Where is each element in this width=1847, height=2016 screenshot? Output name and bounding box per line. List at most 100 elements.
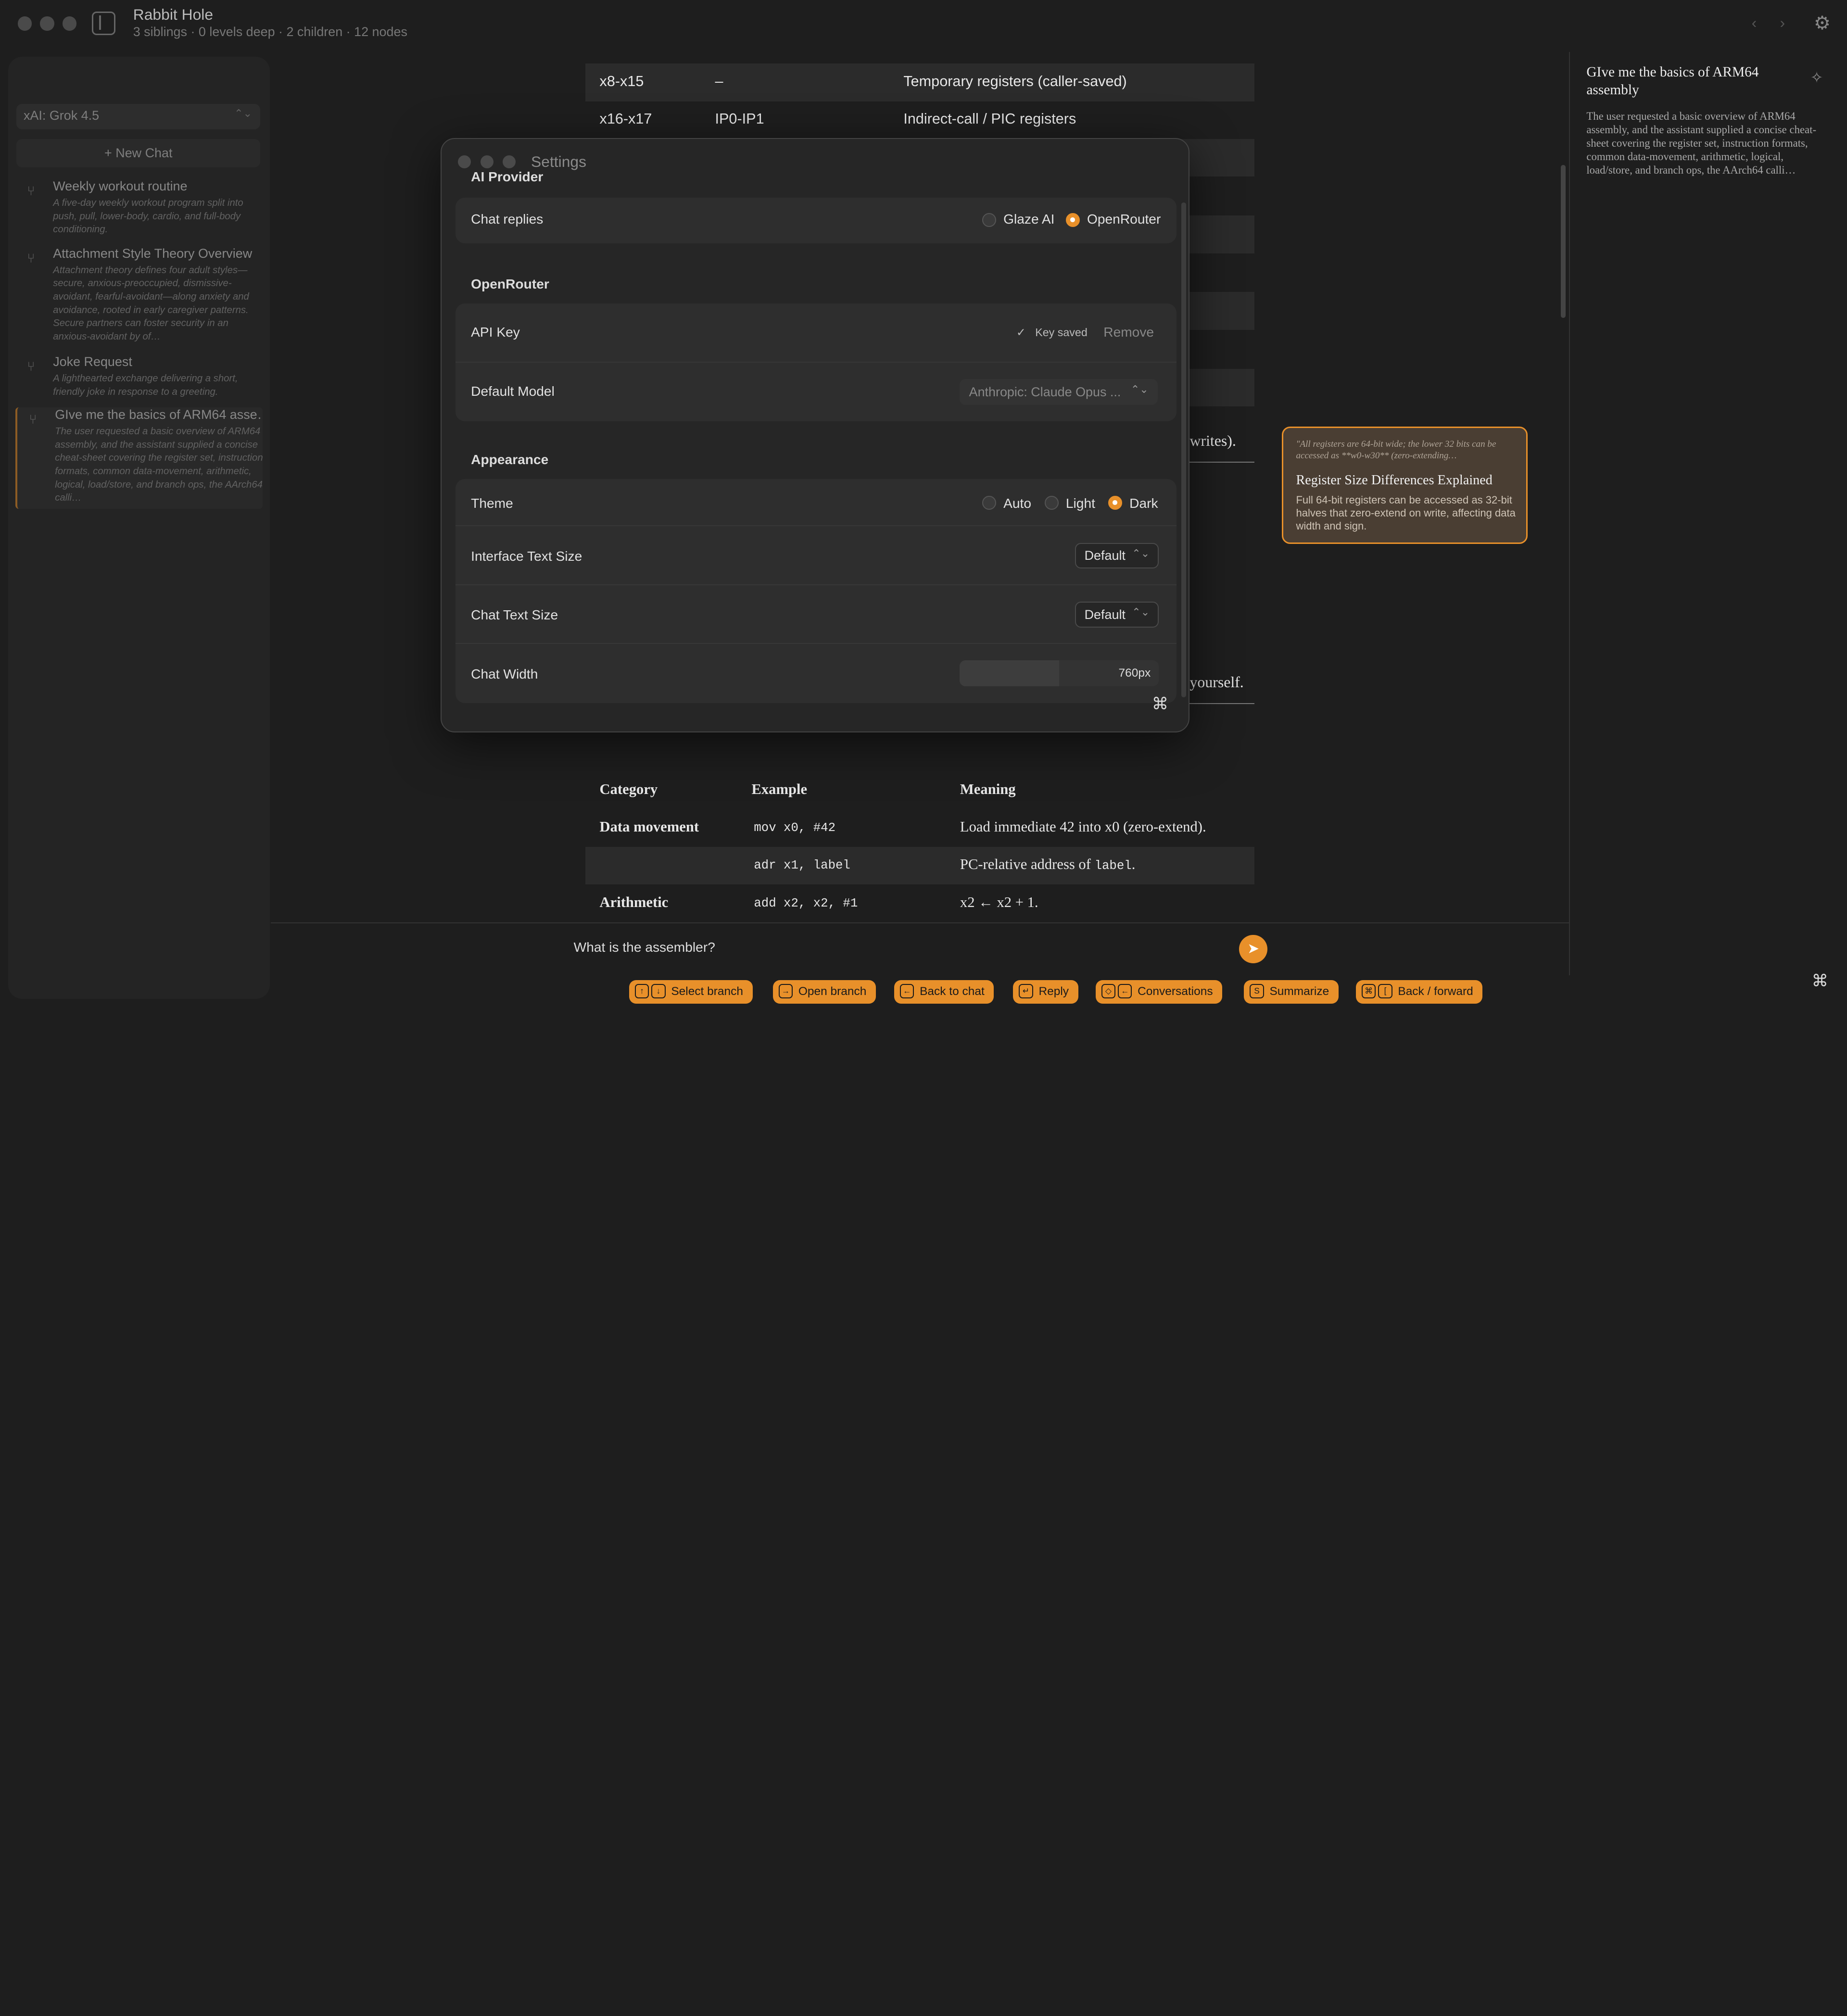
chat-input[interactable]: What is the assembler? (574, 940, 715, 955)
table-row: x8-x15 – Temporary registers (caller-sav… (585, 63, 1255, 101)
remove-key-button[interactable]: Remove (1103, 325, 1154, 340)
register-name: x8-x15 (599, 73, 644, 89)
sparkle-icon[interactable]: ✧ (1810, 68, 1823, 87)
setting-label: Chat Width (471, 666, 538, 681)
key-left-icon: ← (900, 984, 914, 998)
register-desc: Indirect-call / PIC registers (903, 111, 1076, 127)
dialog-scrollbar[interactable] (1181, 202, 1187, 697)
list-item[interactable]: ⑂ Joke Request A lighthearted exchange d… (15, 354, 263, 399)
conversation-title: Attachment Style Theory Overview (53, 246, 253, 261)
radio-glaze-ai[interactable] (982, 213, 997, 227)
shortcut-label: Back / forward (1398, 984, 1473, 998)
shortcut-back-to-chat[interactable]: ← Back to chat (894, 980, 994, 1004)
conversation-description: A five-day weekly workout program split … (53, 197, 243, 235)
register-alias: – (715, 73, 723, 89)
title-bar: Rabbit Hole 3 siblings · 0 levels deep ·… (0, 0, 1847, 52)
radio-label: Dark (1129, 495, 1158, 511)
radio-auto[interactable] (982, 495, 997, 510)
table-row: Data movement mov x0, #42 Load immediate… (585, 809, 1254, 846)
radio-light[interactable] (1044, 495, 1059, 510)
gear-icon[interactable]: ⚙ (1812, 13, 1833, 34)
theme-row: Theme Auto Light Dark (455, 479, 1177, 527)
command-icon[interactable]: ⌘ (1812, 971, 1828, 991)
chat-width-slider[interactable]: 760px (960, 660, 1159, 687)
column-header: Category (599, 781, 658, 797)
list-item[interactable]: ⑂ Weekly workout routine A five-day week… (15, 179, 263, 236)
branch-icon: ⑂ (27, 251, 35, 265)
interface-text-size-select[interactable]: Default ⌃⌄ (1075, 542, 1159, 569)
shortcut-label: Open branch (798, 984, 867, 998)
setting-label: Interface Text Size (471, 548, 582, 564)
list-item-active[interactable]: ⑂ GIve me the basics of ARM64 asse… The … (15, 407, 263, 509)
setting-label: Chat Text Size (471, 607, 558, 623)
key-enter-icon: ↵ (1019, 984, 1033, 998)
radio-dark[interactable] (1108, 495, 1123, 510)
zoom-window-button[interactable] (62, 16, 77, 31)
sidebar-toggle-icon[interactable] (92, 12, 115, 36)
select-value: Default (1084, 548, 1126, 563)
shortcut-label: Back to chat (920, 984, 985, 998)
select-value: Default (1084, 607, 1126, 622)
shortcut-reply[interactable]: ↵ Reply (1013, 980, 1078, 1004)
back-arrow-icon[interactable]: ‹ (1752, 14, 1757, 32)
column-header: Example (751, 781, 808, 797)
shortcut-back-forward[interactable]: ⌘[ Back / forward (1355, 980, 1483, 1004)
chat-input-bar: What is the assembler? ➤ (271, 922, 1569, 974)
chat-text-size-select[interactable]: Default ⌃⌄ (1075, 601, 1159, 628)
content-scrollbar[interactable] (1560, 164, 1566, 318)
radio-openrouter[interactable] (1065, 213, 1080, 227)
meaning-cell: PC-relative address of label. (960, 856, 1135, 873)
shortcut-select-branch[interactable]: ↑ ↓ Select branch (629, 980, 753, 1004)
table-row: x16-x17 IP0-IP1 Indirect-call / PIC regi… (585, 101, 1254, 139)
conversation-title: Weekly workout routine (53, 179, 188, 194)
app-window: Rabbit Hole 3 siblings · 0 levels deep ·… (0, 0, 1847, 1008)
example-cell: add x2, x2, #1 (754, 896, 858, 910)
list-item[interactable]: ⑂ Attachment Style Theory Overview Attac… (15, 246, 263, 348)
conversation-description: The user requested a basic overview of A… (55, 426, 263, 504)
default-model-row: Default Model Anthropic: Claude Opus ...… (455, 363, 1177, 421)
send-button[interactable]: ➤ (1239, 935, 1268, 963)
text-fragment: writes). (1189, 432, 1236, 449)
settings-dialog: Settings AI Provider Chat replies Glaze … (440, 138, 1190, 733)
section-heading: OpenRouter (471, 277, 549, 292)
new-chat-button[interactable]: + New Chat (16, 139, 261, 167)
card-body: Full 64-bit registers can be accessed as… (1296, 493, 1516, 532)
zoom-dialog-button[interactable] (503, 155, 516, 168)
table-row: adr x1, label PC-relative address of lab… (585, 846, 1255, 885)
window-subtitle: 3 siblings · 0 levels deep · 2 children … (133, 25, 407, 39)
shortcut-open-branch[interactable]: → Open branch (772, 980, 876, 1004)
appearance-group: Theme Auto Light Dark Interface Text Siz… (455, 479, 1177, 703)
shortcut-summarize[interactable]: S Summarize (1244, 980, 1339, 1004)
window-title: Rabbit Hole (133, 6, 214, 24)
chevron-updown-icon: ⌃⌄ (1130, 383, 1149, 396)
command-icon[interactable]: ⌘ (1152, 694, 1168, 714)
section-heading: AI Provider (471, 169, 544, 185)
radio-label: OpenRouter (1087, 212, 1161, 227)
category-cell: Data movement (599, 819, 699, 835)
new-chat-label: New Chat (115, 145, 173, 160)
key-left-icon: ← (1118, 984, 1132, 998)
model-select[interactable]: xAI: Grok 4.5 ⌃⌄ (16, 103, 261, 130)
interface-text-size-row: Interface Text Size Default ⌃⌄ (455, 526, 1177, 585)
setting-label: API Key (471, 325, 520, 340)
close-window-button[interactable] (17, 16, 32, 31)
minimize-window-button[interactable] (40, 16, 54, 31)
sidebar: xAI: Grok 4.5 ⌃⌄ + New Chat ⑂ Weekly wor… (8, 56, 270, 999)
card-title: Register Size Differences Explained (1296, 472, 1493, 488)
highlight-card[interactable]: "All registers are 64-bit wide; the lowe… (1281, 426, 1528, 544)
ai-provider-group: Chat replies Glaze AI OpenRouter (455, 197, 1177, 244)
forward-arrow-icon[interactable]: › (1780, 14, 1785, 32)
meaning-text: . (1131, 856, 1136, 873)
shortcut-label: Select branch (671, 984, 743, 998)
shortcut-conversations[interactable]: ◇ ← Conversations (1095, 980, 1223, 1004)
conversation-title: Joke Request (53, 354, 132, 369)
close-dialog-button[interactable] (458, 155, 471, 168)
branch-icon: ⑂ (27, 359, 35, 374)
default-model-select[interactable]: Anthropic: Claude Opus ... ⌃⌄ (960, 379, 1158, 405)
slider-fill (960, 660, 1060, 687)
key-option-icon: ◇ (1101, 984, 1116, 998)
meaning-text: PC-relative address of (960, 856, 1095, 873)
model-select-value: xAI: Grok 4.5 (23, 108, 100, 123)
minimize-dialog-button[interactable] (480, 155, 493, 168)
key-right-icon: → (778, 984, 793, 998)
